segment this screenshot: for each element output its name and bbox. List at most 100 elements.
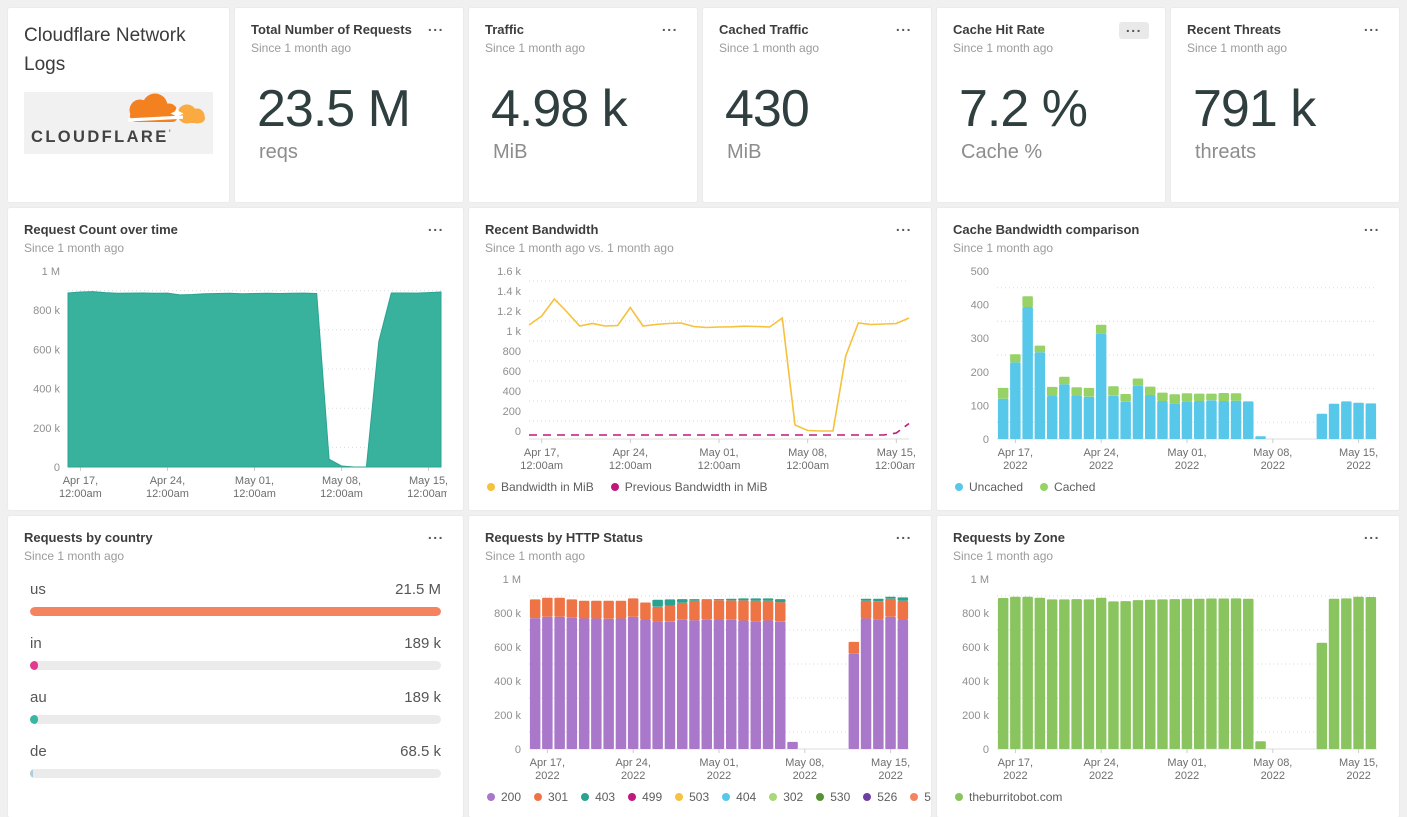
- svg-text:Apr 24,: Apr 24,: [615, 757, 650, 769]
- dashboard: Cloudflare Network Logs CLOUDFLARE' Tota…: [0, 0, 1407, 817]
- svg-text:Apr 24,: Apr 24,: [613, 447, 648, 459]
- cloudflare-cloud-icon: [127, 93, 205, 124]
- legend-item-404[interactable]: 404: [722, 790, 756, 804]
- legend-item-524[interactable]: 524: [910, 790, 931, 804]
- legend-dot: [955, 793, 963, 802]
- dashboard-title: Cloudflare Network Logs: [24, 25, 186, 75]
- panel-menu-button[interactable]: ...: [893, 527, 915, 545]
- panel-menu-button[interactable]: ...: [425, 527, 447, 545]
- legend-dot: [581, 793, 590, 802]
- panel-menu-button[interactable]: ...: [425, 19, 447, 37]
- country-bar: [30, 607, 441, 617]
- country-label: us: [30, 581, 46, 599]
- svg-text:May 01,: May 01,: [235, 475, 274, 487]
- svg-text:2022: 2022: [535, 770, 559, 782]
- legend-dot: [1040, 483, 1049, 492]
- svg-text:200 k: 200 k: [494, 710, 521, 722]
- legend-dot: [863, 793, 872, 802]
- svg-text:2022: 2022: [707, 770, 731, 782]
- legend-dot: [610, 483, 619, 492]
- country-row-us: us 21.5 M: [24, 581, 447, 617]
- svg-text:1 M: 1 M: [42, 266, 60, 278]
- country-label: de: [30, 743, 47, 761]
- svg-text:May 15,: May 15,: [871, 757, 910, 769]
- legend-label: 403: [595, 790, 616, 805]
- svg-text:0: 0: [515, 744, 521, 756]
- panel-menu-button[interactable]: ...: [425, 219, 447, 237]
- country-bar: [30, 661, 38, 671]
- panel-request-count: Request Count over time Since 1 month ag…: [8, 208, 463, 510]
- svg-text:May 08,: May 08,: [1253, 447, 1292, 459]
- svg-text:2022: 2022: [1089, 460, 1113, 472]
- svg-text:12:00am: 12:00am: [320, 488, 363, 500]
- legend-item-cached[interactable]: Cached: [1040, 480, 1095, 494]
- legend-item-499[interactable]: 499: [628, 790, 662, 804]
- svg-text:800 k: 800 k: [494, 608, 521, 620]
- legend-item-301[interactable]: 301: [534, 790, 568, 804]
- svg-text:May 01,: May 01,: [1167, 447, 1206, 459]
- country-bar-track: [30, 661, 441, 671]
- legend-dot: [675, 793, 684, 802]
- country-label: au: [30, 689, 47, 707]
- legend-item-503[interactable]: 503: [675, 790, 709, 804]
- svg-text:2022: 2022: [1261, 770, 1285, 782]
- legend-item-302[interactable]: 302: [769, 790, 803, 804]
- svg-text:May 08,: May 08,: [788, 447, 827, 459]
- svg-text:1 M: 1 M: [503, 574, 521, 586]
- panel-title: Cache Bandwidth comparison: [953, 222, 1140, 237]
- svg-text:1.6 k: 1.6 k: [497, 266, 521, 278]
- chart-legend: theburritobot.com: [953, 790, 1383, 804]
- legend-item-bandwidth-in-mib[interactable]: Bandwidth in MiB: [487, 480, 594, 494]
- legend-item-previous-bandwidth-in-mib[interactable]: Previous Bandwidth in MiB: [610, 480, 767, 494]
- legend-label: 503: [689, 790, 710, 805]
- panel-recent-bandwidth: Recent Bandwidth Since 1 month ago vs. 1…: [469, 208, 931, 510]
- svg-text:1 M: 1 M: [971, 574, 989, 586]
- svg-text:1.2 k: 1.2 k: [497, 306, 521, 318]
- stat-unit: reqs: [259, 141, 298, 164]
- chart-legend: Uncached Cached: [953, 480, 1383, 494]
- panel-menu-button[interactable]: ...: [659, 19, 681, 37]
- area-chart-svg: 0200 k400 k600 k800 k1 MApr 17,12:00amAp…: [33, 266, 447, 500]
- svg-text:May 01,: May 01,: [699, 757, 738, 769]
- country-label: in: [30, 635, 42, 653]
- panel-title: Traffic: [485, 22, 525, 37]
- svg-text:Apr 24,: Apr 24,: [150, 475, 185, 487]
- svg-text:May 01,: May 01,: [699, 447, 738, 459]
- panel-requests-by-country: Requests by country Since 1 month ago ..…: [8, 516, 463, 817]
- svg-text:12:00am: 12:00am: [698, 460, 741, 472]
- svg-text:400: 400: [971, 300, 989, 312]
- legend-dot: [722, 793, 731, 802]
- svg-text:600 k: 600 k: [494, 642, 521, 654]
- panel-title: Recent Threats: [1187, 22, 1281, 37]
- panel-menu-button[interactable]: ...: [1118, 20, 1149, 39]
- svg-text:600 k: 600 k: [962, 642, 989, 654]
- svg-text:200 k: 200 k: [33, 423, 60, 435]
- panel-title: Requests by country: [24, 530, 153, 545]
- legend-item-uncached[interactable]: Uncached: [955, 480, 1023, 494]
- legend-label: Bandwidth in MiB: [501, 480, 594, 495]
- panel-recent-threats: Recent Threats Since 1 month ago ... 791…: [1171, 8, 1399, 202]
- panel-menu-button[interactable]: ...: [1361, 527, 1383, 545]
- panel-menu-button[interactable]: ...: [893, 19, 915, 37]
- legend-item-theburritobot-com[interactable]: theburritobot.com: [955, 790, 1062, 804]
- country-row-in: in 189 k: [24, 635, 447, 671]
- svg-text:12:00am: 12:00am: [875, 460, 915, 472]
- panel-traffic: Traffic Since 1 month ago ... 4.98 k MiB: [469, 8, 697, 202]
- svg-text:400: 400: [503, 386, 521, 398]
- svg-text:2022: 2022: [1003, 770, 1027, 782]
- panel-total-requests: Total Number of Requests Since 1 month a…: [235, 8, 463, 202]
- legend-item-526[interactable]: 526: [863, 790, 897, 804]
- country-value: 21.5 M: [395, 581, 441, 599]
- panel-menu-button[interactable]: ...: [893, 219, 915, 237]
- svg-text:Apr 17,: Apr 17,: [530, 757, 565, 769]
- svg-text:May 15,: May 15,: [409, 475, 447, 487]
- cloudflare-logo: CLOUDFLARE': [24, 92, 213, 154]
- svg-text:May 01,: May 01,: [1167, 757, 1206, 769]
- panel-menu-button[interactable]: ...: [1361, 19, 1383, 37]
- panel-cache-bandwidth: Cache Bandwidth comparison Since 1 month…: [937, 208, 1399, 510]
- panel-menu-button[interactable]: ...: [1361, 219, 1383, 237]
- legend-item-403[interactable]: 403: [581, 790, 615, 804]
- legend-item-530[interactable]: 530: [816, 790, 850, 804]
- panel-subtitle: Since 1 month ago: [485, 549, 586, 564]
- legend-item-200[interactable]: 200: [487, 790, 521, 804]
